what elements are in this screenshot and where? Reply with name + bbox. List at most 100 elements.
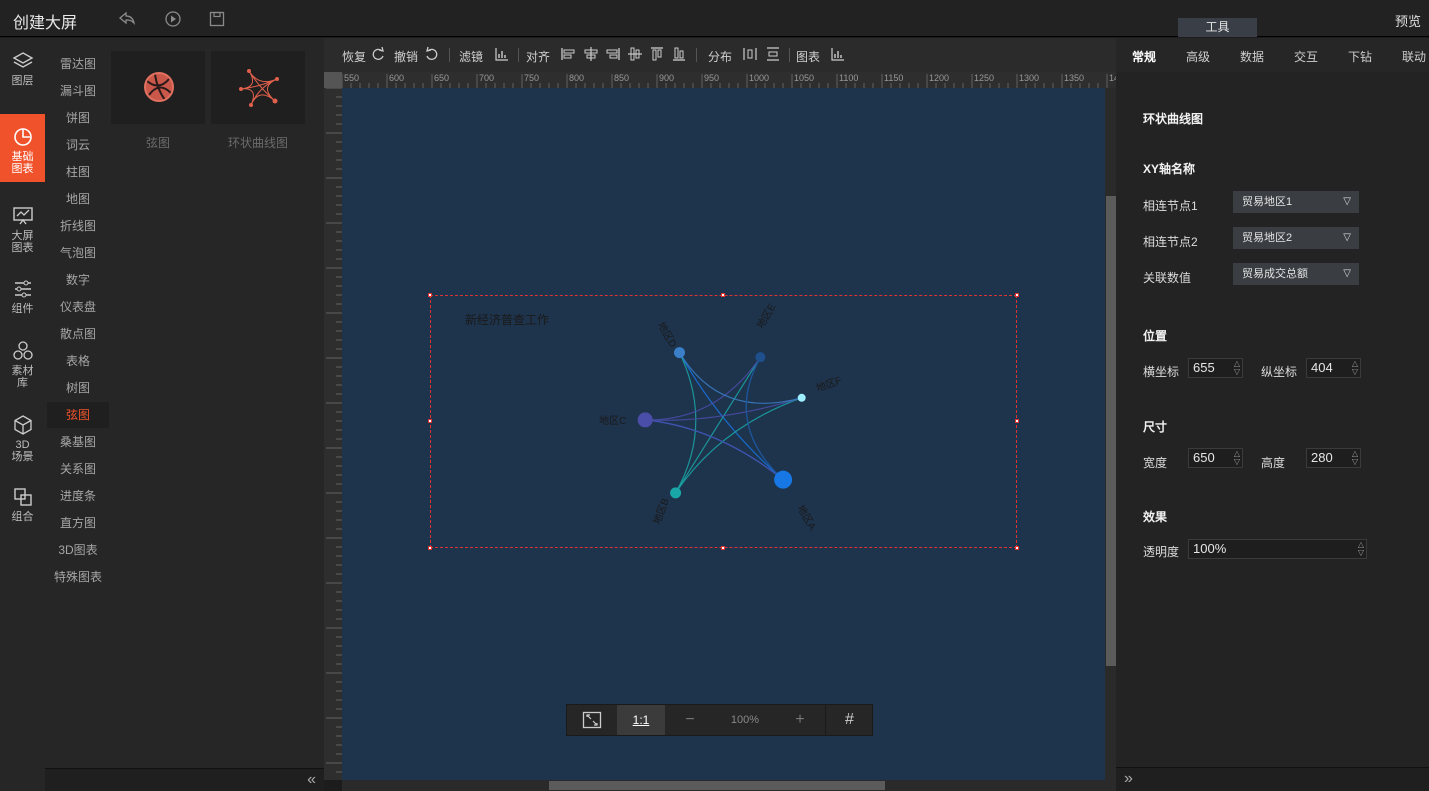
distribute-button[interactable]: 分布 (708, 48, 732, 65)
chord-node[interactable] (674, 347, 686, 359)
align-left-icon[interactable] (560, 46, 576, 62)
width-input[interactable]: 650 △ ▽ (1188, 448, 1243, 468)
align-button[interactable]: 对齐 (526, 48, 550, 65)
align-right-icon[interactable] (605, 46, 621, 62)
tab-linkage[interactable]: 联动 (1402, 48, 1426, 65)
resize-handle[interactable] (1015, 546, 1019, 550)
tab-data[interactable]: 数据 (1240, 48, 1264, 65)
nav-components[interactable]: 组件 (0, 266, 45, 334)
nav-screen-charts[interactable]: 大屏 图表 (0, 193, 45, 261)
ruler-label: 1300 (1019, 73, 1039, 83)
thumb-chord[interactable] (111, 51, 205, 124)
ring-curve-chart[interactable]: 地区A 地区B 地区C 地区D 地区E 地区F (590, 300, 860, 545)
nav-combine[interactable]: 组合 (0, 474, 45, 542)
tools-tab[interactable]: 工具 (1178, 18, 1257, 37)
resize-handle[interactable] (721, 546, 725, 550)
height-input[interactable]: 280 △ ▽ (1306, 448, 1361, 468)
category-item[interactable]: 折线图 (47, 213, 109, 239)
chord-node[interactable] (670, 487, 682, 499)
category-item[interactable]: 弦图 (47, 402, 109, 428)
category-item[interactable]: 直方图 (47, 510, 109, 536)
save-icon[interactable] (208, 10, 226, 28)
vertical-ruler[interactable] (324, 88, 342, 780)
chord-node[interactable] (755, 352, 766, 363)
horizontal-ruler[interactable]: 550 600 650 700 750 800 850 900 950 1000 1050 1100 1… (342, 72, 1116, 88)
category-item[interactable]: 数字 (47, 267, 109, 293)
stepper-icon[interactable]: △ ▽ (1352, 360, 1358, 376)
tab-interaction[interactable]: 交互 (1294, 48, 1318, 65)
distribute-v-icon[interactable] (765, 46, 781, 62)
resize-handle[interactable] (721, 293, 725, 297)
resize-handle[interactable] (1015, 419, 1019, 423)
undo-icon[interactable] (424, 46, 440, 62)
category-item[interactable]: 表格 (47, 348, 109, 374)
nav-basic-charts[interactable]: 基础 图表 (0, 114, 45, 182)
stepper-icon[interactable]: △ ▽ (1352, 450, 1358, 466)
stepper-icon[interactable]: △ ▽ (1234, 360, 1240, 376)
chord-node[interactable] (774, 470, 793, 489)
tab-general[interactable]: 常规 (1132, 48, 1156, 65)
category-item[interactable]: 树图 (47, 375, 109, 401)
category-item[interactable]: 仪表盘 (47, 294, 109, 320)
chord-node[interactable] (637, 412, 653, 428)
undo-button[interactable]: 撤销 (394, 48, 418, 65)
node2-select[interactable]: 贸易地区2 ▽ (1233, 227, 1359, 249)
category-item[interactable]: 柱图 (47, 159, 109, 185)
category-item[interactable]: 饼图 (47, 105, 109, 131)
category-item[interactable]: 漏斗图 (47, 78, 109, 104)
redo-icon[interactable] (370, 46, 386, 62)
chart-button[interactable]: 图表 (796, 48, 820, 65)
nav-layers[interactable]: 图层 (0, 38, 45, 106)
distribute-h-icon[interactable] (742, 46, 758, 62)
align-center-h-icon[interactable] (583, 46, 599, 62)
chart-icon[interactable] (830, 46, 846, 62)
category-item[interactable]: 词云 (47, 132, 109, 158)
y-input[interactable]: 404 △ ▽ (1306, 358, 1361, 378)
filter-button[interactable]: 滤镜 (459, 48, 483, 65)
value-select[interactable]: 贸易成交总额 ▽ (1233, 263, 1359, 285)
stepper-icon[interactable]: △ ▽ (1234, 450, 1240, 466)
category-item[interactable]: 地图 (47, 186, 109, 212)
redo-button[interactable]: 恢复 (342, 48, 366, 65)
tab-drilldown[interactable]: 下钻 (1348, 48, 1372, 65)
align-top-icon[interactable] (649, 46, 665, 62)
resize-handle[interactable] (428, 419, 432, 423)
preview-button[interactable]: 预览 (1395, 11, 1421, 30)
category-item[interactable]: 进度条 (47, 483, 109, 509)
nav-assets[interactable]: 素材 库 (0, 328, 45, 396)
node1-select[interactable]: 贸易地区1 ▽ (1233, 191, 1359, 213)
back-icon[interactable] (118, 10, 136, 28)
resize-handle[interactable] (1015, 293, 1019, 297)
thumb-ring-curve[interactable] (211, 51, 305, 124)
play-icon[interactable] (164, 10, 182, 28)
align-middle-icon[interactable] (627, 46, 643, 62)
chord-node[interactable] (797, 393, 806, 402)
category-item[interactable]: 关系图 (47, 456, 109, 482)
vertical-scroll-thumb[interactable] (1106, 196, 1116, 666)
tab-advanced[interactable]: 高级 (1186, 48, 1210, 65)
nav-3d-scene[interactable]: 3D 场景 (0, 402, 45, 470)
zoom-out-button[interactable]: − (665, 705, 715, 735)
x-input[interactable]: 655 △ ▽ (1188, 358, 1243, 378)
fit-screen-button[interactable] (567, 705, 617, 735)
horizontal-scrollbar[interactable] (342, 780, 1116, 791)
align-bottom-icon[interactable] (671, 46, 687, 62)
resize-handle[interactable] (428, 293, 432, 297)
category-item[interactable]: 3D图表 (47, 537, 109, 563)
zoom-in-button[interactable]: + (775, 705, 825, 735)
expand-right-icon[interactable]: » (1124, 770, 1133, 788)
grid-toggle-button[interactable]: # (825, 705, 873, 735)
category-item[interactable]: 散点图 (47, 321, 109, 347)
stepper-icon[interactable]: △ ▽ (1358, 541, 1364, 557)
category-item[interactable]: 桑基图 (47, 429, 109, 455)
category-item[interactable]: 雷达图 (47, 51, 109, 77)
resize-handle[interactable] (428, 546, 432, 550)
opacity-input[interactable]: 100% △ ▽ (1188, 539, 1367, 559)
category-item[interactable]: 气泡图 (47, 240, 109, 266)
vertical-scrollbar[interactable] (1105, 88, 1116, 780)
filter-chart-icon[interactable] (494, 46, 510, 62)
one-to-one-button[interactable]: 1:1 (617, 705, 665, 735)
collapse-left-icon[interactable]: « (307, 771, 316, 789)
horizontal-scroll-thumb[interactable] (549, 781, 885, 790)
category-item[interactable]: 特殊图表 (47, 564, 109, 590)
